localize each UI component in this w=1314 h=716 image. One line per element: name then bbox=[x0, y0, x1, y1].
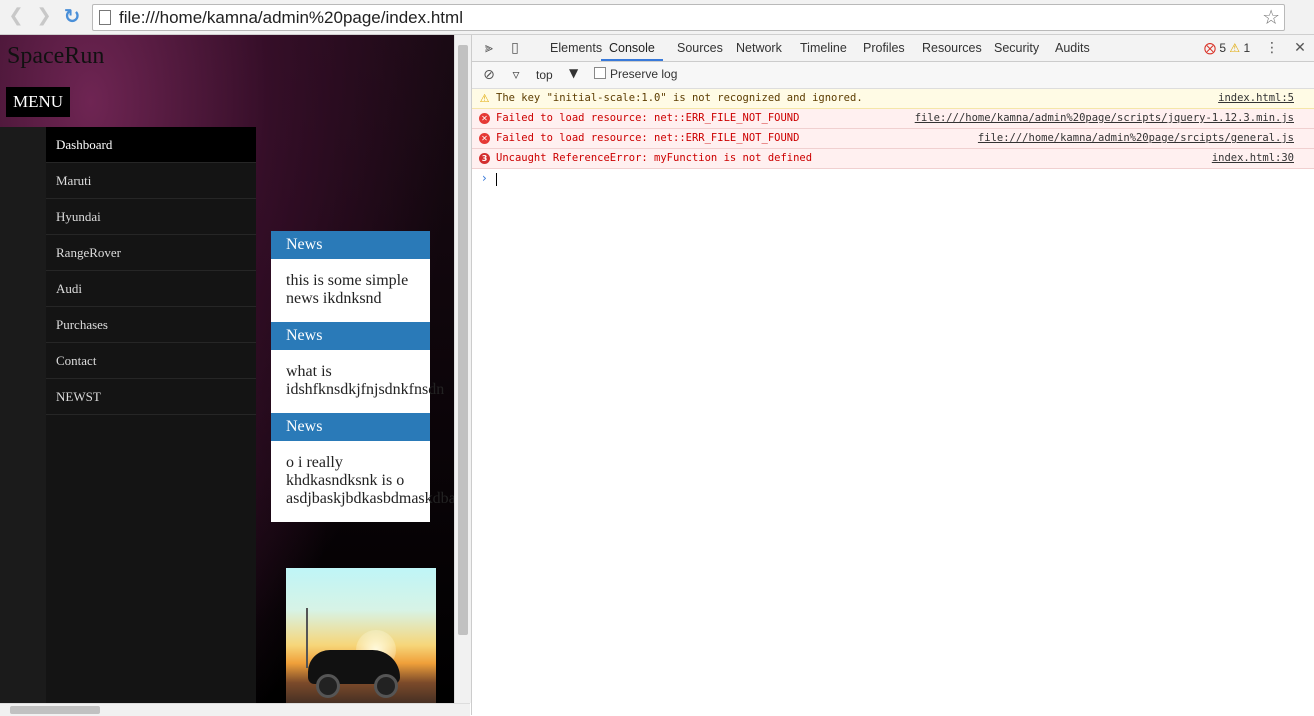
car-wheel bbox=[316, 674, 340, 698]
page-vertical-scrollbar[interactable] bbox=[454, 35, 471, 703]
sidebar-item-newst[interactable]: NEWST bbox=[46, 379, 256, 415]
context-select[interactable]: top bbox=[536, 68, 553, 82]
more-options-icon[interactable]: ⋮ bbox=[1264, 40, 1280, 56]
url-text[interactable]: file:///home/kamna/admin%20page/index.ht… bbox=[119, 8, 463, 28]
repeat-count-badge: 3 bbox=[479, 153, 490, 164]
tab-resources[interactable]: Resources bbox=[922, 35, 982, 61]
tab-sources[interactable]: Sources bbox=[677, 35, 723, 61]
bookmark-star-icon[interactable]: ☆ bbox=[1262, 5, 1280, 29]
error-icon: ✕ bbox=[479, 113, 490, 124]
news-panel: News this is some simple news ikdnksnd N… bbox=[271, 231, 454, 522]
site-title: SpaceRun bbox=[7, 43, 105, 69]
warning-count: 1 bbox=[1243, 41, 1251, 55]
scrollbar-thumb[interactable] bbox=[458, 45, 468, 635]
sidebar-item-contact[interactable]: Contact bbox=[46, 343, 256, 379]
car-wheel bbox=[374, 674, 398, 698]
error-warning-counter[interactable]: ⨂ 5 ⚠ 1 bbox=[1204, 41, 1250, 55]
menu-button[interactable]: MENU bbox=[6, 87, 71, 117]
reload-icon[interactable]: ↻ bbox=[62, 6, 82, 26]
browser-toolbar: ❮ ❯ ↻ file:///home/kamna/admin%20page/in… bbox=[0, 0, 1314, 35]
tab-network[interactable]: Network bbox=[736, 35, 782, 61]
clear-console-icon[interactable]: ⊘ bbox=[481, 67, 497, 83]
news-body: o i really khdkasndksnk is o asdjbaskjbd… bbox=[271, 441, 454, 522]
car-image bbox=[286, 568, 436, 703]
preserve-log-label: Preserve log bbox=[610, 67, 678, 81]
preserve-log-checkbox[interactable]: Preserve log bbox=[594, 67, 677, 81]
news-text: this is some simple news ikdnksnd bbox=[286, 272, 409, 307]
news-heading: News bbox=[271, 322, 430, 350]
tab-timeline[interactable]: Timeline bbox=[800, 35, 847, 61]
address-bar[interactable]: file:///home/kamna/admin%20page/index.ht… bbox=[92, 4, 1285, 31]
tab-profiles[interactable]: Profiles bbox=[863, 35, 905, 61]
tab-elements[interactable]: Elements bbox=[550, 35, 602, 61]
sidebar-item-rangerover[interactable]: RangeRover bbox=[46, 235, 256, 271]
sidebar-item-dashboard[interactable]: Dashboard bbox=[46, 127, 256, 163]
inspect-element-icon[interactable]: ⫸ bbox=[481, 40, 497, 56]
sidebar-nav: Dashboard Maruti Hyundai RangeRover Audi… bbox=[46, 127, 256, 703]
news-text: what is idshfknsdkjfnjsdnkfnsdn bbox=[286, 363, 445, 398]
tab-security[interactable]: Security bbox=[994, 35, 1039, 61]
tab-audits[interactable]: Audits bbox=[1055, 35, 1090, 61]
news-heading: News bbox=[271, 231, 430, 259]
back-icon[interactable]: ❮ bbox=[6, 6, 26, 26]
sidebar-item-hyundai[interactable]: Hyundai bbox=[46, 199, 256, 235]
sidebar-item-maruti[interactable]: Maruti bbox=[46, 163, 256, 199]
page-viewport: SpaceRun MENU Dashboard Maruti Hyundai R… bbox=[0, 35, 454, 703]
devtools-panel: ⫸ ▯ Elements Console Sources Network Tim… bbox=[471, 35, 1314, 715]
message-source-link[interactable]: file:///home/kamna/admin%20page/srcipts/… bbox=[978, 129, 1294, 148]
news-heading: News bbox=[271, 413, 430, 441]
console-prompt[interactable]: › bbox=[472, 169, 1314, 189]
forward-icon[interactable]: ❯ bbox=[34, 6, 54, 26]
console-message: ✕ Failed to load resource: net::ERR_FILE… bbox=[472, 109, 1314, 129]
message-source-link[interactable]: index.html:5 bbox=[1218, 89, 1294, 108]
page-horizontal-scrollbar[interactable] bbox=[0, 703, 470, 716]
sidebar-gutter bbox=[0, 127, 46, 703]
news-body: this is some simple news ikdnksnd bbox=[271, 259, 430, 322]
news-body: what is idshfknsdkjfnjsdnkfnsdn bbox=[271, 350, 445, 413]
error-count-icon: ⨂ bbox=[1204, 41, 1216, 55]
message-text: Uncaught ReferenceError: myFunction is n… bbox=[496, 152, 813, 164]
scrollbar-thumb[interactable] bbox=[10, 706, 100, 714]
device-mode-icon[interactable]: ▯ bbox=[507, 40, 523, 56]
context-dropdown-icon[interactable]: ▼ bbox=[569, 66, 578, 80]
error-count: 5 bbox=[1219, 41, 1227, 55]
message-text: Failed to load resource: net::ERR_FILE_N… bbox=[496, 112, 800, 124]
pole bbox=[306, 608, 308, 668]
prompt-chevron-icon: › bbox=[482, 171, 487, 185]
console-filter-bar: ⊘ ▿ top ▼ Preserve log bbox=[472, 62, 1314, 89]
warning-count-icon: ⚠ bbox=[1229, 41, 1241, 55]
devtools-tab-bar: ⫸ ▯ Elements Console Sources Network Tim… bbox=[472, 35, 1314, 62]
page-icon bbox=[99, 10, 111, 25]
news-text: o i really khdkasndksnk is o asdjbaskjbd… bbox=[286, 454, 454, 507]
console-messages: ⚠ The key "initial-scale:1.0" is not rec… bbox=[472, 89, 1314, 189]
message-text: The key "initial-scale:1.0" is not recog… bbox=[496, 92, 863, 104]
text-caret bbox=[496, 173, 497, 186]
sidebar-item-audi[interactable]: Audi bbox=[46, 271, 256, 307]
message-text: Failed to load resource: net::ERR_FILE_N… bbox=[496, 132, 800, 144]
sidebar-item-purchases[interactable]: Purchases bbox=[46, 307, 256, 343]
console-message: ✕ Failed to load resource: net::ERR_FILE… bbox=[472, 129, 1314, 149]
message-source-link[interactable]: index.html:30 bbox=[1212, 149, 1294, 168]
filter-icon[interactable]: ▿ bbox=[508, 67, 524, 83]
tab-console[interactable]: Console bbox=[601, 35, 663, 61]
error-icon: ✕ bbox=[479, 133, 490, 144]
warning-icon: ⚠ bbox=[479, 92, 490, 105]
console-message: 3 Uncaught ReferenceError: myFunction is… bbox=[472, 149, 1314, 169]
checkbox-icon[interactable] bbox=[594, 67, 606, 79]
console-message: ⚠ The key "initial-scale:1.0" is not rec… bbox=[472, 89, 1314, 109]
close-devtools-icon[interactable]: ✕ bbox=[1292, 40, 1308, 56]
message-source-link[interactable]: file:///home/kamna/admin%20page/scripts/… bbox=[915, 109, 1294, 128]
